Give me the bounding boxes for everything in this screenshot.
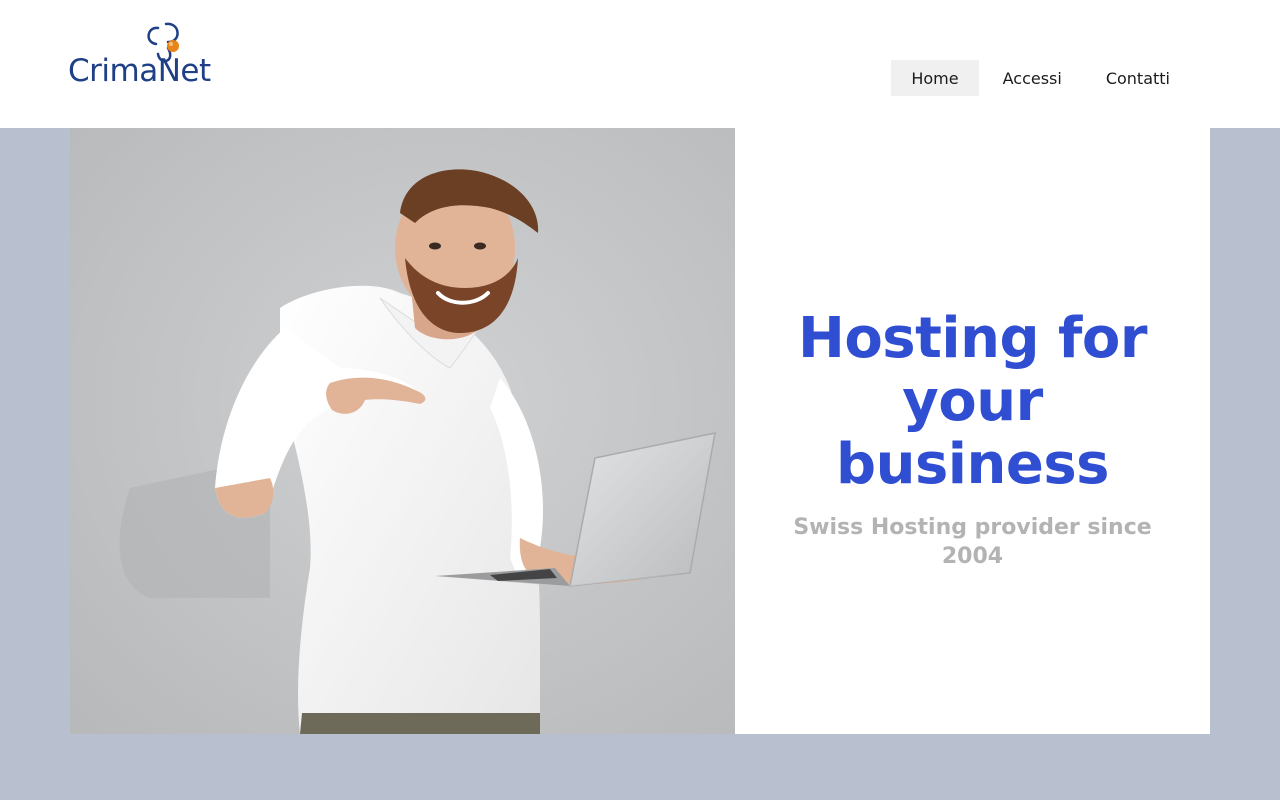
crimanet-logo[interactable]: CrimaNet: [68, 20, 238, 90]
hero-photo: [70, 128, 735, 734]
site-header: CrimaNet Home Accessi Contatti: [0, 0, 1280, 128]
hero-card: Hosting for your business Swiss Hosting …: [735, 128, 1210, 734]
nav-item-accessi[interactable]: Accessi: [983, 60, 1082, 96]
hero-title: Hosting for your business: [797, 306, 1148, 497]
nav-item-contatti[interactable]: Contatti: [1086, 60, 1190, 96]
main-nav: Home Accessi Contatti: [891, 60, 1190, 96]
logo-text: CrimaNet: [68, 53, 211, 89]
hero-subtitle: Swiss Hosting provider since 2004: [793, 515, 1152, 570]
man-with-laptop-photo-icon: [70, 128, 735, 734]
nav-item-home[interactable]: Home: [891, 60, 979, 96]
